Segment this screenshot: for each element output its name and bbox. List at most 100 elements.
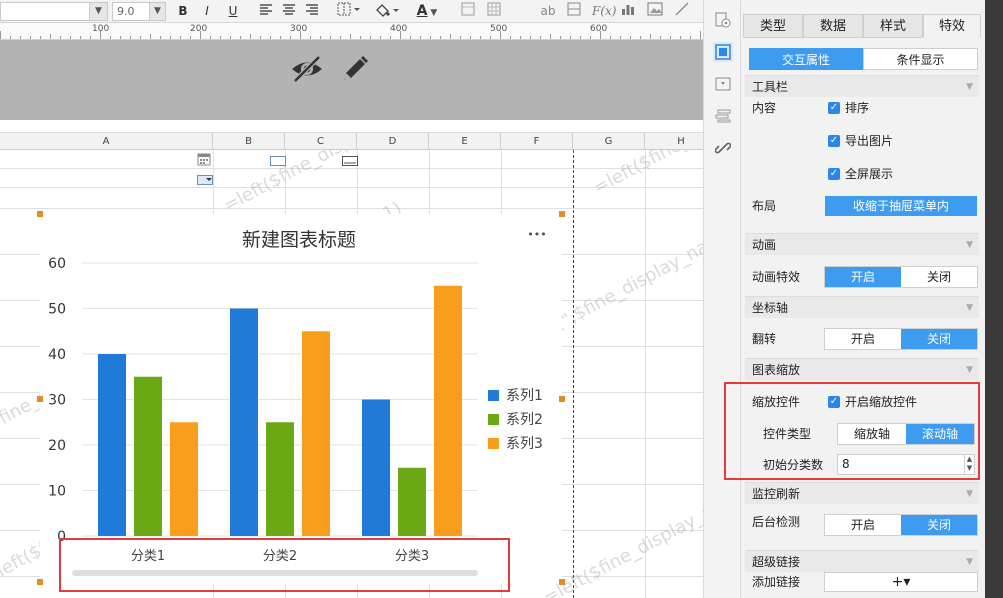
resize-handle[interactable] [559, 211, 565, 217]
resize-handle[interactable] [37, 396, 43, 402]
checkbox-label: 排序 [845, 101, 870, 115]
table-grid-icon[interactable] [486, 2, 502, 20]
ruler-tick [250, 34, 251, 39]
subtab-condition-display[interactable]: 条件显示 [863, 48, 978, 70]
collapse-icon[interactable]: ▼ [966, 76, 973, 98]
toggle-on[interactable]: 开启 [825, 267, 901, 287]
ruler-tick [230, 36, 231, 39]
toggle-off[interactable]: 关闭 [901, 515, 977, 535]
align-left-icon[interactable] [258, 2, 274, 20]
resize-handle[interactable] [559, 396, 565, 402]
merge-cells-icon[interactable] [460, 2, 476, 20]
column-header-a[interactable]: A [0, 133, 213, 150]
underline-button[interactable]: U [224, 2, 242, 20]
pencil-icon[interactable] [340, 54, 370, 87]
column-header-d[interactable]: D [357, 133, 429, 150]
ruler-tick [290, 36, 291, 39]
collapse-icon[interactable]: ▼ [966, 483, 973, 505]
toggle-on[interactable]: 开启 [825, 515, 901, 535]
bar [230, 308, 258, 536]
bold-button[interactable]: B [174, 2, 192, 20]
insert-row-icon[interactable] [566, 2, 582, 20]
fill-color-icon[interactable] [372, 2, 402, 20]
resize-handle[interactable] [37, 579, 43, 585]
ruler-tick [40, 36, 41, 39]
section-title: 坐标轴 [752, 301, 789, 315]
layout-drawer-button[interactable]: 收缩于抽屉菜单内 [825, 196, 977, 216]
tab-type[interactable]: 类型 [743, 14, 803, 38]
add-link-button[interactable]: +▾ [824, 572, 978, 592]
check-icon: ✓ [828, 135, 840, 147]
chart-icon[interactable] [620, 2, 636, 20]
subtab-interaction[interactable]: 交互属性 [749, 48, 863, 70]
resize-handle[interactable] [559, 579, 565, 585]
bar [134, 376, 162, 536]
section-chart-zoom[interactable]: 图表缩放 ▼ [745, 358, 979, 380]
text-color-glyph: A [416, 3, 428, 19]
collapse-icon[interactable]: ▼ [966, 551, 973, 573]
text-color-icon[interactable]: A ▼ [412, 2, 442, 20]
toggle-on[interactable]: 开启 [825, 329, 901, 349]
ruler-tick [90, 36, 91, 39]
checkbox-export-image[interactable]: ✓ 导出图片 [828, 131, 893, 151]
ruler-tick [670, 36, 671, 39]
tab-data[interactable]: 数据 [803, 14, 863, 38]
section-hyperlink[interactable]: 超级链接 ▼ [745, 550, 979, 572]
italic-button[interactable]: I [198, 2, 216, 20]
section-monitor-refresh[interactable]: 监控刷新 ▼ [745, 482, 979, 504]
tab-style[interactable]: 样式 [863, 14, 923, 38]
ruler-tick [370, 36, 371, 39]
section-axis[interactable]: 坐标轴 ▼ [745, 296, 979, 318]
cell-properties-icon[interactable] [713, 10, 733, 30]
background-check-toggle[interactable]: 开启 关闭 [824, 514, 978, 536]
ruler-tick [630, 36, 631, 39]
resize-handle[interactable] [37, 211, 43, 217]
align-center-icon[interactable] [281, 2, 297, 20]
ruler-tick [380, 36, 381, 39]
toggle-off[interactable]: 关闭 [901, 329, 977, 349]
flip-toggle[interactable]: 开启 关闭 [824, 328, 978, 350]
formula-button[interactable]: F(x) [592, 2, 616, 20]
slash-icon[interactable] [674, 2, 690, 20]
collapse-icon[interactable]: ▼ [966, 297, 973, 319]
checkbox-sort[interactable]: ✓ 排序 [828, 98, 869, 118]
column-header-f[interactable]: F [501, 133, 573, 150]
align-right-icon[interactable] [304, 2, 320, 20]
form-widget-icon[interactable] [713, 74, 733, 94]
bar-chart-widget[interactable]: 0 10 20 30 40 50 60 分类1 分类2 分类3 系列1 系列2 系列3 新建图表标题… [40, 214, 562, 584]
dropdown-widget-icon[interactable] [197, 174, 213, 188]
chevron-down-icon[interactable]: ▼ [89, 3, 107, 20]
text-preview[interactable]: ab [538, 2, 558, 20]
ruler-tick [80, 36, 81, 39]
column-header-b[interactable]: B [213, 133, 285, 150]
hyperlink-icon[interactable] [713, 138, 733, 158]
checkbox-fullscreen[interactable]: ✓ 全屏展示 [828, 164, 893, 184]
font-size-select[interactable]: 9.0 ▼ [112, 2, 166, 21]
image-icon[interactable] [646, 2, 664, 20]
button-widget-icon[interactable] [342, 155, 358, 169]
column-header-g[interactable]: G [573, 133, 645, 150]
toggle-off[interactable]: 关闭 [901, 267, 977, 287]
collapse-icon[interactable]: ▼ [966, 234, 973, 256]
column-header-e[interactable]: E [429, 133, 501, 150]
collapse-icon[interactable]: ▼ [966, 359, 973, 381]
more-options-icon[interactable]: ••• [527, 228, 546, 241]
chevron-down-icon[interactable]: ▼ [149, 3, 165, 20]
ruler-tick [620, 36, 621, 39]
ruler-tick [180, 36, 181, 39]
animation-toggle[interactable]: 开启 关闭 [824, 266, 978, 288]
widget-properties-icon[interactable] [713, 42, 733, 62]
flip-label: 翻转 [752, 332, 777, 346]
section-animation[interactable]: 动画 ▼ [745, 233, 979, 255]
ruler-label: 200 [190, 24, 208, 34]
check-icon: ✓ [828, 102, 840, 114]
section-toolbar[interactable]: 工具栏 ▼ [745, 75, 979, 97]
condition-attributes-icon[interactable] [713, 106, 733, 126]
column-header-c[interactable]: C [285, 133, 357, 150]
eye-hidden-icon[interactable] [290, 54, 324, 87]
font-name-select[interactable]: ▼ [0, 2, 108, 21]
calendar-icon[interactable] [197, 152, 211, 169]
ruler-tick [220, 36, 221, 39]
border-icon[interactable] [336, 2, 362, 20]
tab-effects[interactable]: 特效 [923, 14, 981, 38]
